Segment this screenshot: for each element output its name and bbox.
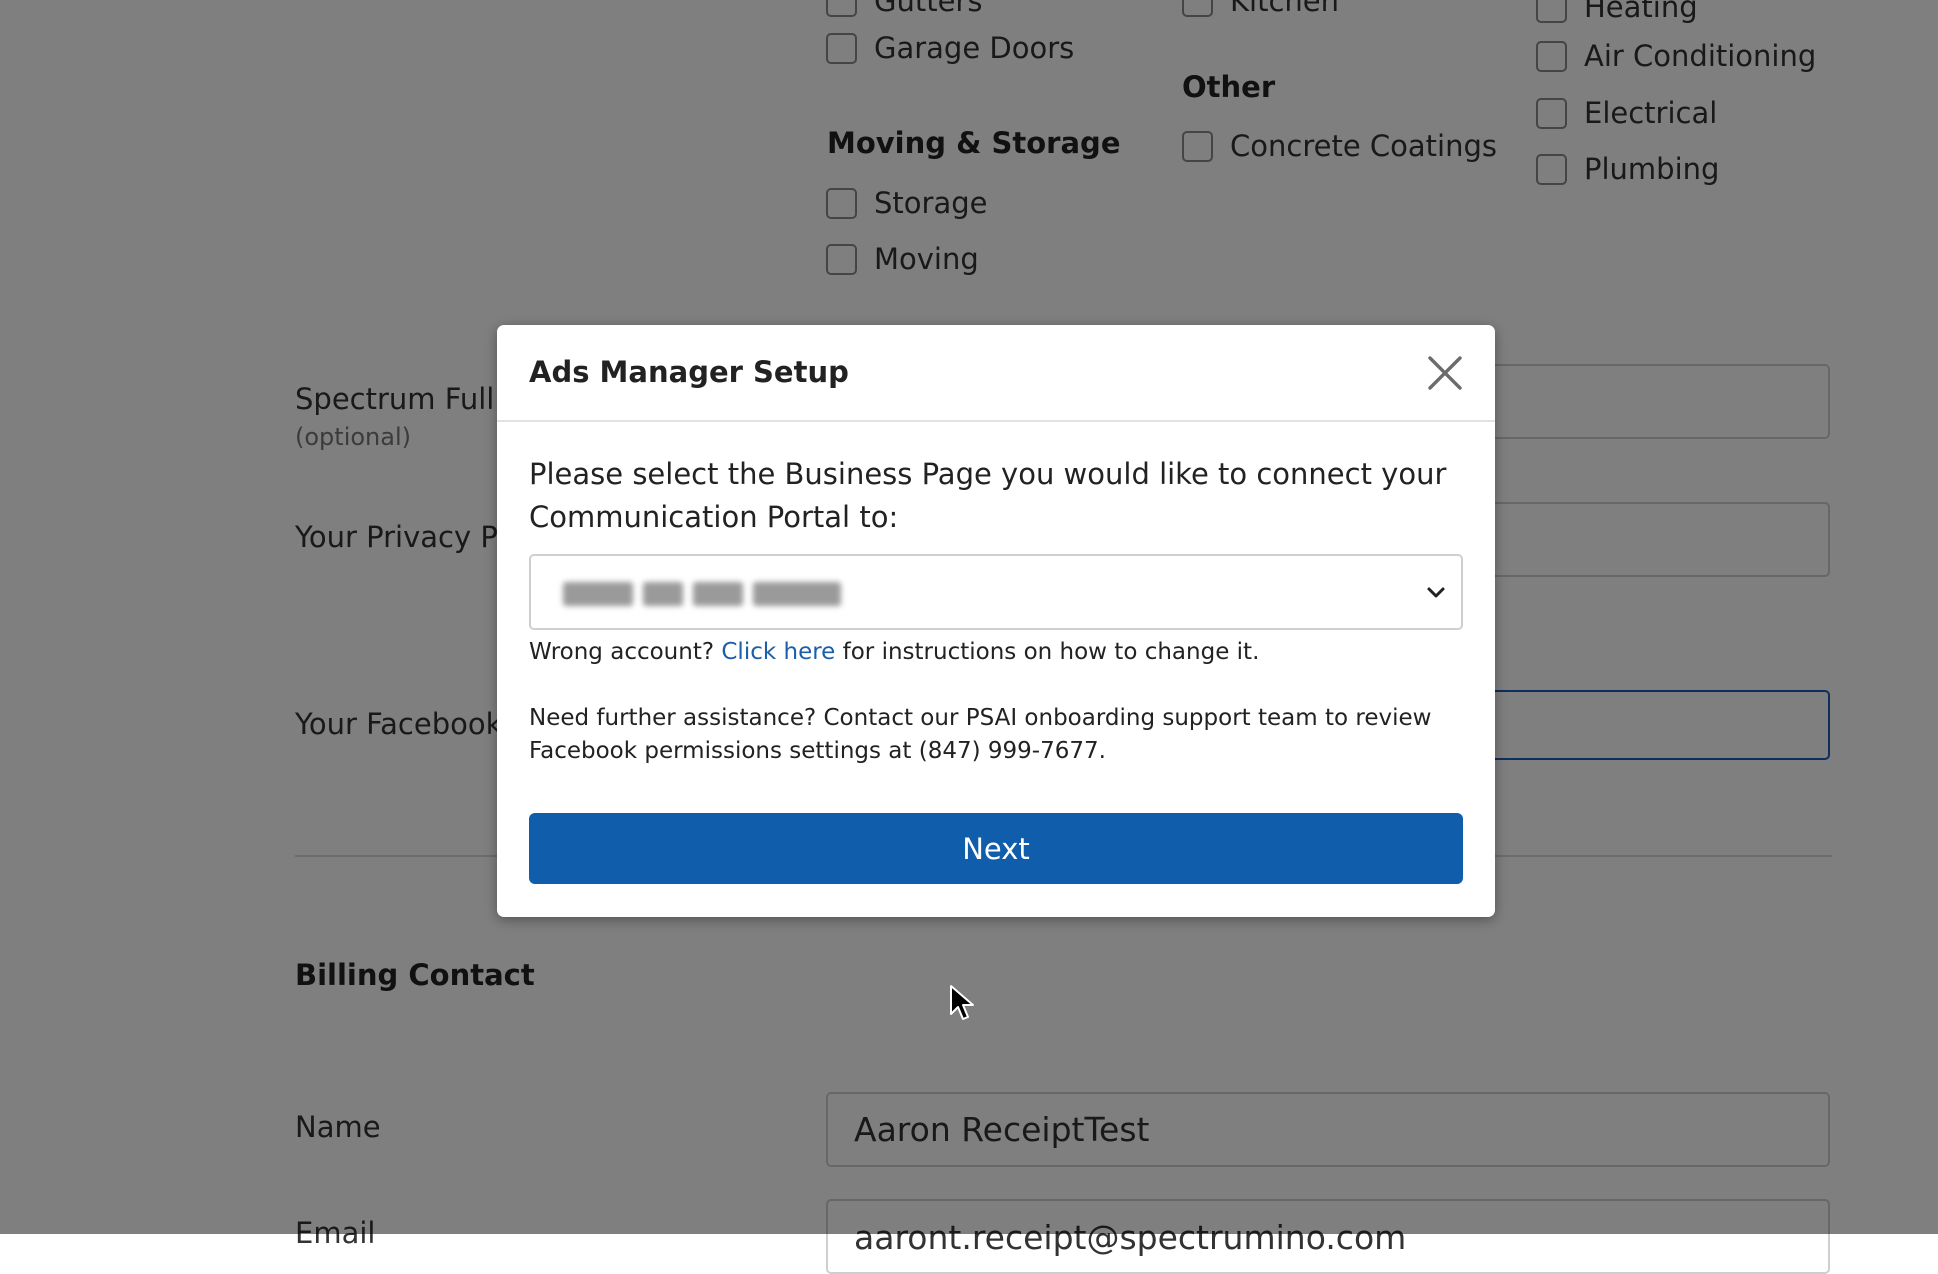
close-button[interactable] bbox=[1425, 353, 1465, 393]
wrong-account-suffix: for instructions on how to change it. bbox=[842, 639, 1260, 665]
dialog-prompt: Please select the Business Page you woul… bbox=[529, 457, 1447, 534]
business-page-select[interactable] bbox=[529, 554, 1463, 630]
blurred-selected-page bbox=[563, 578, 841, 610]
wrong-account-prefix: Wrong account? bbox=[529, 639, 715, 665]
ads-manager-setup-dialog: Ads Manager Setup Please select the Busi… bbox=[497, 325, 1495, 917]
close-icon bbox=[1428, 356, 1462, 390]
dialog-header: Ads Manager Setup bbox=[497, 325, 1495, 422]
chevron-down-icon bbox=[1425, 582, 1447, 604]
click-here-link[interactable]: Click here bbox=[721, 639, 835, 665]
wrong-account-text: Wrong account? Click here for instructio… bbox=[529, 639, 1259, 665]
dialog-title: Ads Manager Setup bbox=[529, 355, 849, 389]
mouse-cursor-icon bbox=[949, 984, 975, 1022]
page: Gutters Garage Doors Moving & Storage St… bbox=[0, 0, 1938, 1274]
next-button[interactable]: Next bbox=[529, 813, 1463, 884]
assistance-text: Need further assistance? Contact our PSA… bbox=[529, 705, 1432, 764]
